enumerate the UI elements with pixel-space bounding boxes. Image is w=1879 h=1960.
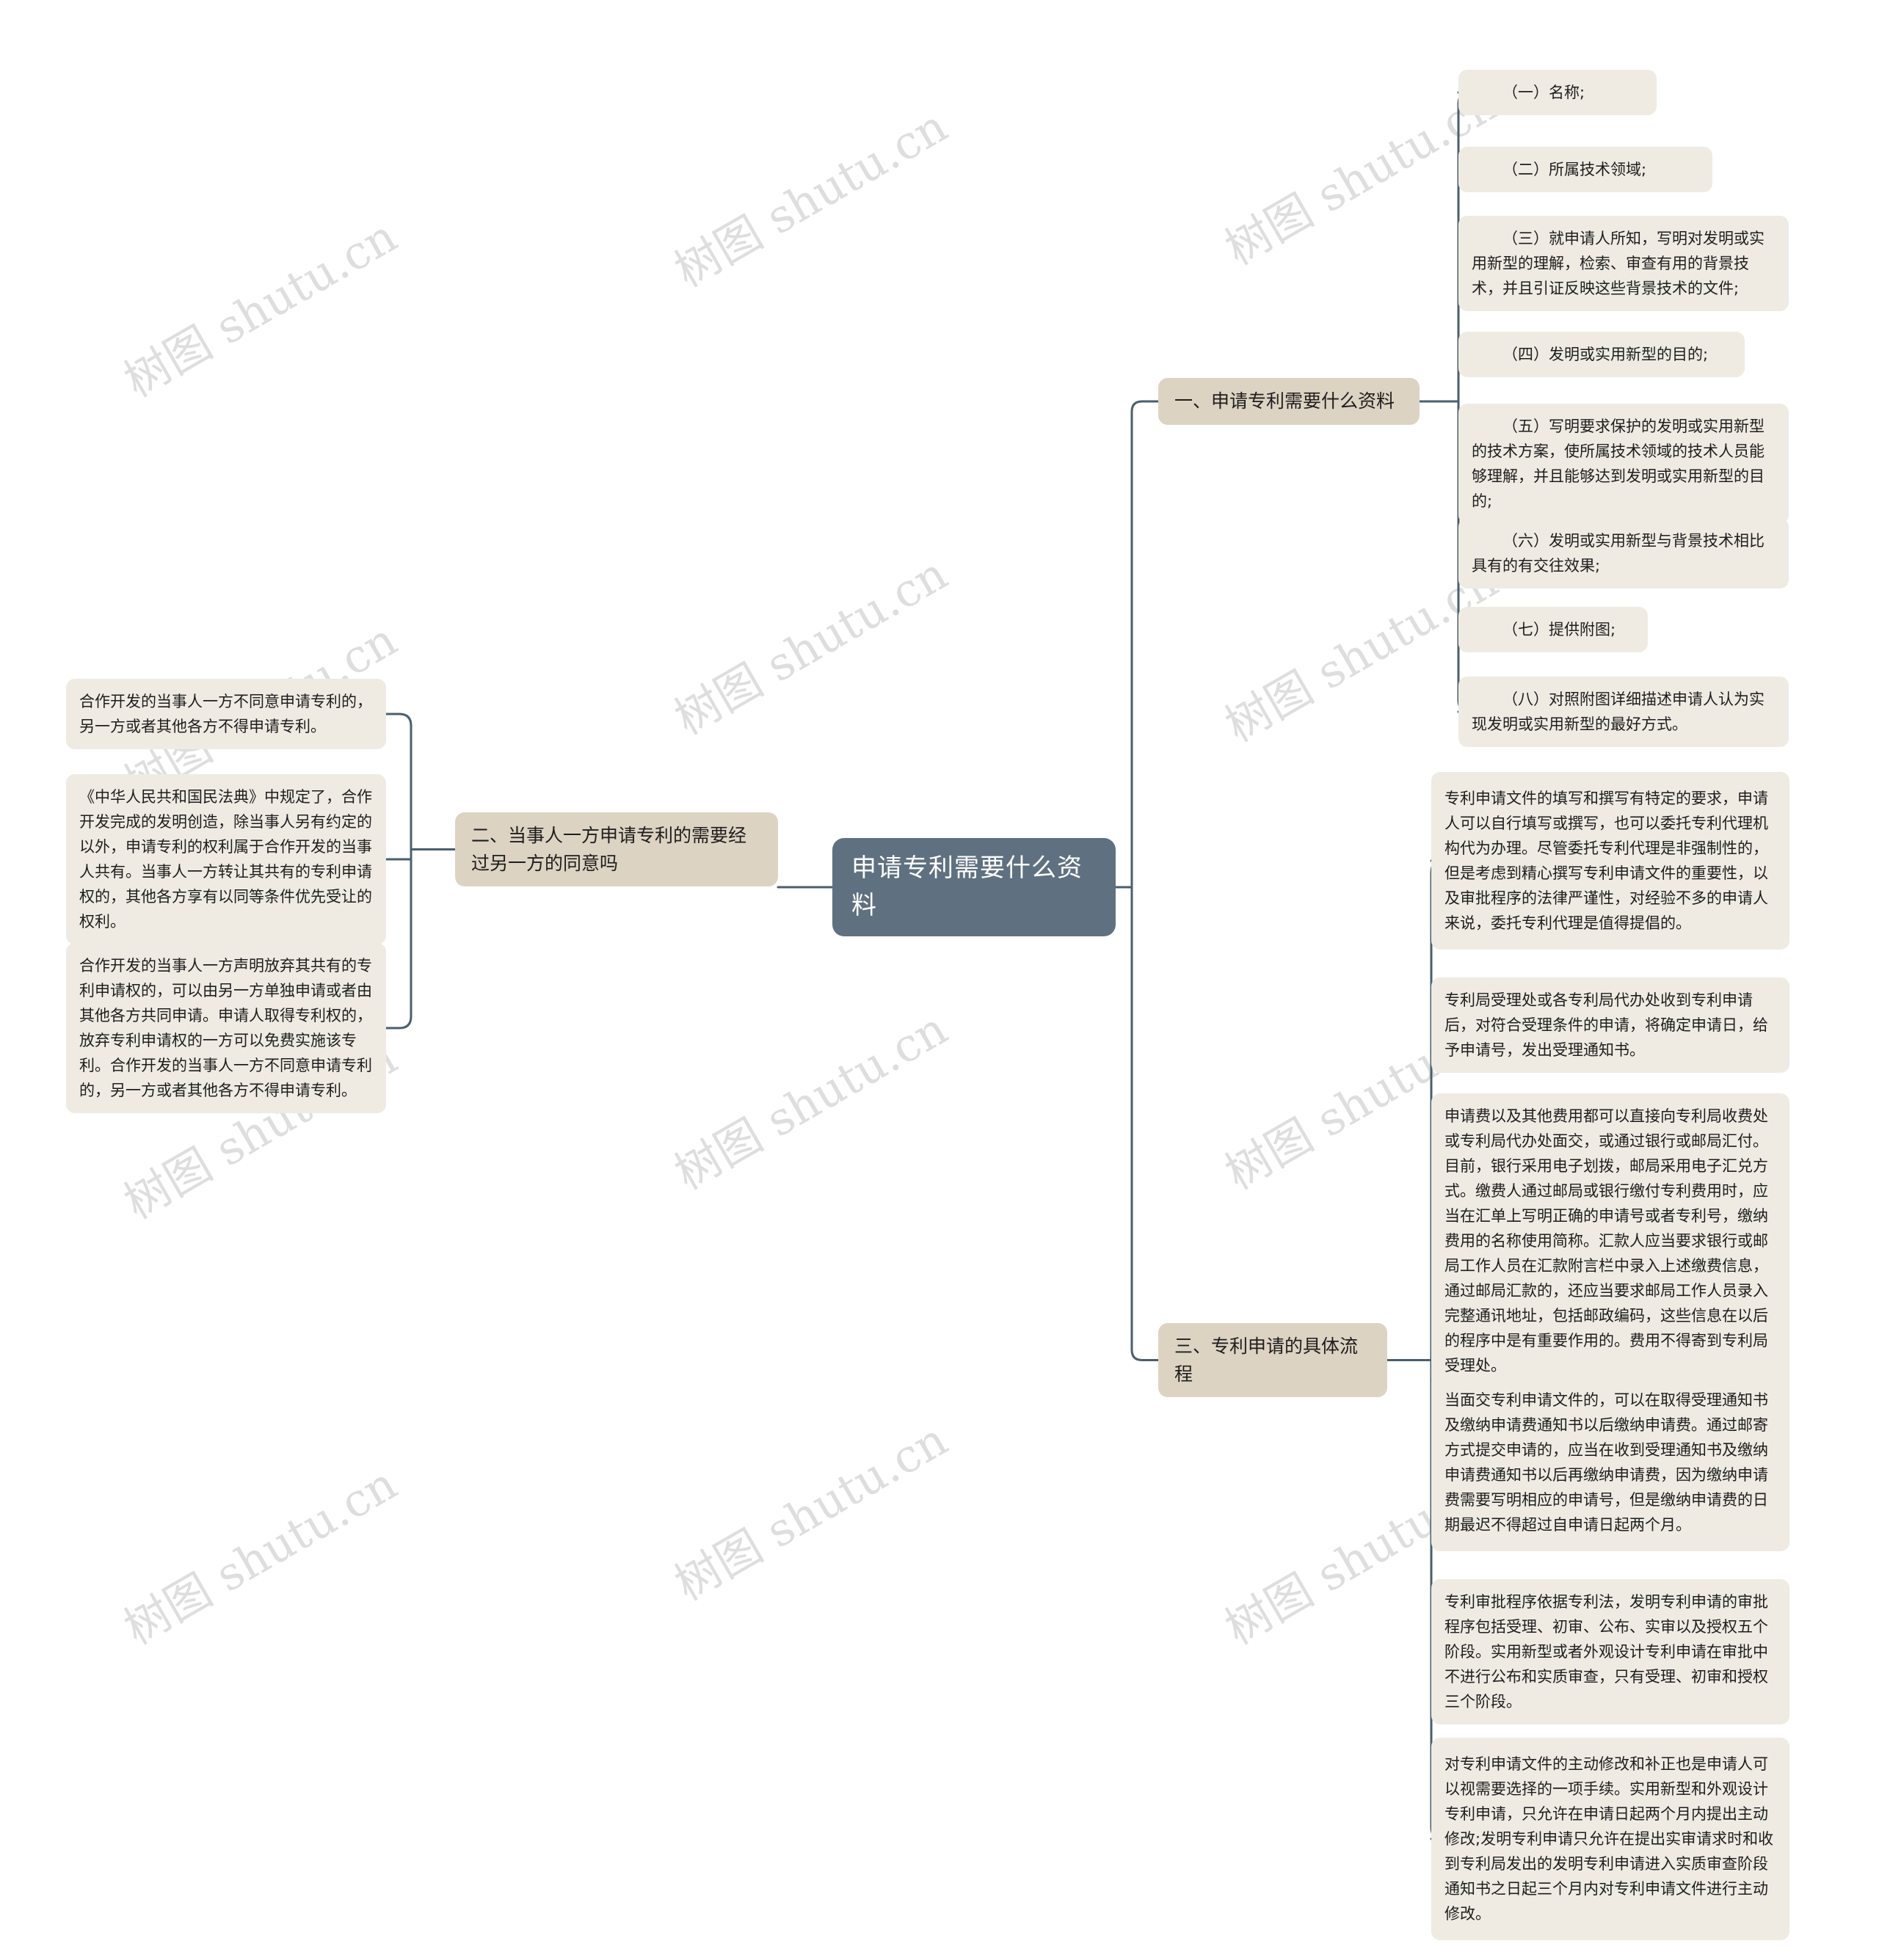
- branch-node-1[interactable]: 一、申请专利需要什么资料: [1158, 378, 1420, 425]
- leaf-node-2-3[interactable]: 合作开发的当事人一方声明放弃其共有的专利申请权的，可以由另一方单独申请或者由其他…: [66, 943, 386, 1114]
- leaf-node-1-6[interactable]: （六）发明或实用新型与背景技术相比具有的有交往效果;: [1458, 518, 1789, 589]
- leaf-node-1-7[interactable]: （七）提供附图;: [1458, 607, 1648, 653]
- leaf-node-3-5-label: 专利审批程序依据专利法，发明专利申请的审批程序包括受理、初审、公布、实审以及授权…: [1444, 1593, 1768, 1711]
- leaf-node-1-5[interactable]: （五）写明要求保护的发明或实用新型的技术方案，使所属技术领域的技术人员能够理解，…: [1458, 404, 1789, 525]
- leaf-node-3-4-label: 当面交专利申请文件的，可以在取得受理通知书及缴纳申请费通知书以后缴纳申请费。通过…: [1444, 1391, 1768, 1534]
- leaf-node-1-1-label: （一）名称;: [1502, 84, 1585, 101]
- mindmap-canvas: 树图 shutu.cn树图 shutu.cn树图 shutu.cn树图 shut…: [0, 0, 1879, 1960]
- leaf-node-1-4-label: （四）发明或实用新型的目的;: [1502, 346, 1709, 363]
- leaf-node-2-2[interactable]: 《中华人民共和国民法典》中规定了，合作开发完成的发明创造，除当事人另有约定的以外…: [66, 774, 386, 945]
- leaf-node-1-3-label: （三）就申请人所知，写明对发明或实用新型的理解，检索、审查有用的背景技术，并且引…: [1472, 230, 1764, 298]
- leaf-node-1-4[interactable]: （四）发明或实用新型的目的;: [1458, 332, 1745, 378]
- leaf-node-1-8-label: （八）对照附图详细描述申请人认为实现发明或实用新型的最好方式。: [1472, 691, 1764, 734]
- leaf-node-3-2-label: 专利局受理处或各专利局代办处收到专利申请后，对符合受理条件的申请，将确定申请日，…: [1444, 991, 1768, 1060]
- leaf-node-2-1-label: 合作开发的当事人一方不同意申请专利的，另一方或者其他各方不得申请专利。: [79, 693, 372, 736]
- leaf-node-3-1[interactable]: 专利申请文件的填写和撰写有特定的要求，申请人可以自行填写或撰写，也可以委托专利代…: [1431, 772, 1789, 950]
- branch-node-2-label: 二、当事人一方申请专利的需要经过另一方的同意吗: [471, 825, 747, 874]
- branch-node-1-label: 一、申请专利需要什么资料: [1174, 390, 1395, 412]
- root-node-label: 申请专利需要什么资料: [851, 853, 1083, 920]
- branch-node-3[interactable]: 三、专利申请的具体流程: [1158, 1323, 1387, 1397]
- leaf-node-1-5-label: （五）写明要求保护的发明或实用新型的技术方案，使所属技术领域的技术人员能够理解，…: [1472, 418, 1764, 511]
- leaf-node-1-8[interactable]: （八）对照附图详细描述申请人认为实现发明或实用新型的最好方式。: [1458, 677, 1789, 748]
- leaf-node-2-1[interactable]: 合作开发的当事人一方不同意申请专利的，另一方或者其他各方不得申请专利。: [66, 679, 386, 750]
- leaf-node-1-2-label: （二）所属技术领域;: [1502, 161, 1647, 178]
- leaf-node-3-3[interactable]: 申请费以及其他费用都可以直接向专利局收费处或专利局代办处面交，或通过银行或邮局汇…: [1431, 1093, 1789, 1389]
- branch-node-3-label: 三、专利申请的具体流程: [1174, 1336, 1359, 1385]
- leaf-node-3-3-label: 申请费以及其他费用都可以直接向专利局收费处或专利局代办处面交，或通过银行或邮局汇…: [1444, 1107, 1768, 1375]
- branch-node-2[interactable]: 二、当事人一方申请专利的需要经过另一方的同意吗: [455, 812, 778, 886]
- leaf-node-1-7-label: （七）提供附图;: [1502, 621, 1616, 638]
- leaf-node-1-2[interactable]: （二）所属技术领域;: [1458, 147, 1712, 193]
- leaf-node-3-6[interactable]: 对专利申请文件的主动修改和补正也是申请人可以视需要选择的一项手续。实用新型和外观…: [1431, 1738, 1789, 1940]
- leaf-node-3-1-label: 专利申请文件的填写和撰写有特定的要求，申请人可以自行填写或撰写，也可以委托专利代…: [1444, 789, 1768, 933]
- root-node[interactable]: 申请专利需要什么资料: [832, 838, 1116, 936]
- leaf-node-2-3-label: 合作开发的当事人一方声明放弃其共有的专利申请权的，可以由另一方单独申请或者由其他…: [79, 957, 372, 1100]
- leaf-node-3-5[interactable]: 专利审批程序依据专利法，发明专利申请的审批程序包括受理、初审、公布、实审以及授权…: [1431, 1579, 1789, 1725]
- leaf-node-1-6-label: （六）发明或实用新型与背景技术相比具有的有交往效果;: [1472, 532, 1764, 575]
- node-layer: 申请专利需要什么资料 一、申请专利需要什么资料 （一）名称; （二）所属技术领域; （三…: [0, 0, 1879, 1960]
- leaf-node-1-3[interactable]: （三）就申请人所知，写明对发明或实用新型的理解，检索、审查有用的背景技术，并且引…: [1458, 216, 1789, 312]
- leaf-node-1-1[interactable]: （一）名称;: [1458, 70, 1657, 116]
- leaf-node-3-4[interactable]: 当面交专利申请文件的，可以在取得受理通知书及缴纳申请费通知书以后缴纳申请费。通过…: [1431, 1374, 1789, 1551]
- leaf-node-2-2-label: 《中华人民共和国民法典》中规定了，合作开发完成的发明创造，除当事人另有约定的以外…: [79, 788, 372, 931]
- leaf-node-3-6-label: 对专利申请文件的主动修改和补正也是申请人可以视需要选择的一项手续。实用新型和外观…: [1444, 1755, 1774, 1923]
- leaf-node-3-2[interactable]: 专利局受理处或各专利局代办处收到专利申请后，对符合受理条件的申请，将确定申请日，…: [1431, 977, 1789, 1074]
